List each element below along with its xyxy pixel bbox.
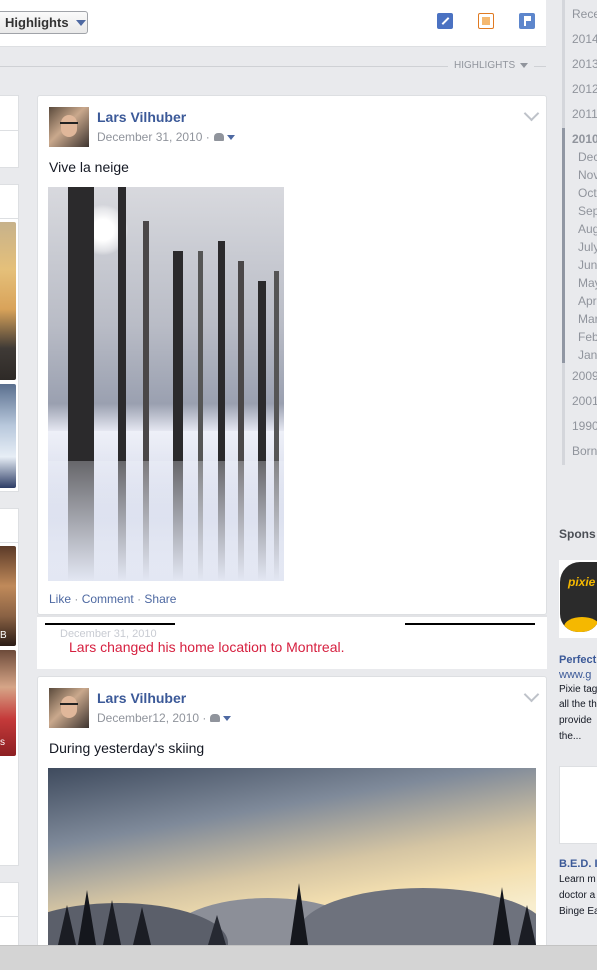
post-timestamp[interactable]: December12, 2010 · [97,711,206,725]
ad-text-line: doctor a [559,890,596,901]
friends-audience-icon[interactable] [210,714,221,722]
left-photo-1[interactable] [0,222,16,380]
chevron-down-icon [75,19,86,26]
timeline-year-2014[interactable]: 2014 [572,32,597,46]
timeline-year-2001[interactable]: 2001 [572,394,597,408]
ad-text-line: Learn m [559,874,596,885]
pencil-icon[interactable] [437,13,453,29]
highlights-button-label: Highlights [5,15,69,30]
share-link[interactable]: Share [144,592,176,606]
post-author-name[interactable]: Lars Vilhuber [97,109,186,125]
timeline-month-aug[interactable]: Aug [578,222,597,236]
timeline-year-2010[interactable]: 2010 [572,132,597,146]
avatar[interactable] [49,107,89,147]
ad-logo-text: pixie [568,575,596,589]
highlights-filter[interactable]: HIGHLIGHTS [448,60,535,71]
timeline-month-jan[interactable]: Jan [578,348,597,362]
left-box-top [0,95,19,131]
flag-icon[interactable] [519,13,535,29]
post-date-row: December12, 2010 · [97,711,232,725]
ad-text-line: all the th [559,699,597,710]
post-text: During yesterday's skiing [49,740,205,756]
post-date-row: December 31, 2010 · [97,130,235,144]
timeline-rail-active [562,128,565,363]
left-caption-s: s [0,737,5,748]
timeline-year-2012[interactable]: 2012 [572,82,597,96]
ad-title[interactable]: Perfect [559,654,596,666]
left-box-5 [0,882,19,918]
avatar[interactable] [49,688,89,728]
comment-link[interactable]: Comment [82,592,134,606]
timeline-year-2013[interactable]: 2013 [572,57,597,71]
chevron-down-icon[interactable] [226,134,235,140]
timeline-month-mar[interactable]: Mar [578,312,597,326]
ad-text-line: Pixie tag [559,684,597,695]
pixie-logo-icon[interactable] [560,562,597,632]
bottom-chat-bar [0,945,597,970]
event-divider-left [45,623,175,625]
ad-url[interactable]: www.g [559,669,591,681]
post-timestamp[interactable]: December 31, 2010 · [97,130,210,144]
left-caption-b: B [0,630,7,641]
timeline-recent[interactable]: Rece [572,7,597,21]
left-photo-2[interactable] [0,384,16,488]
post-author-name[interactable]: Lars Vilhuber [97,690,186,706]
left-box-3 [0,184,19,220]
like-link[interactable]: Like [49,592,71,606]
ad-text-line: provide [559,715,592,726]
left-box-6 [0,916,19,947]
timeline-year-2011[interactable]: 2011 [572,107,597,121]
chevron-down-icon[interactable] [223,715,232,721]
left-box-2 [0,130,19,168]
ad-title[interactable]: B.E.D. In [559,858,597,870]
timeline-year-2009[interactable]: 2009 [572,369,597,383]
event-divider-right [405,623,535,625]
ad-text-line: Binge Ea [559,906,597,917]
life-event-text: Lars changed his home location to Montre… [69,639,345,655]
timeline-month-sep[interactable]: Sep [578,204,597,218]
timeline-month-jun[interactable]: Jun [578,258,597,272]
timeline-month-may[interactable]: May [578,276,597,290]
post-photo-winter-forest[interactable] [48,187,284,581]
ad-text-line: the... [559,731,582,742]
sponsored-heading: Spons [559,527,596,541]
timeline-month-nov[interactable]: Nov [578,168,597,182]
timeline-month-feb[interactable]: Feb [578,330,597,344]
timeline-month-apr[interactable]: Apr [578,294,597,308]
post-text: Vive la neige [49,159,129,175]
highlights-dropdown-button[interactable]: Highlights [0,11,88,34]
friends-audience-icon[interactable] [213,133,224,141]
timeline-month-jul[interactable]: July [578,240,597,254]
post-actions: Like · Comment · Share [49,592,177,606]
left-box-4 [0,508,19,544]
timeline-month-oct[interactable]: Oct [578,186,597,200]
photo-icon[interactable] [478,13,494,29]
highlights-filter-label: HIGHLIGHTS [454,60,516,71]
post-photo-sunset-mountains[interactable] [48,768,536,945]
ad-image[interactable] [559,766,597,844]
chevron-down-icon [520,63,529,68]
timeline-year-1990[interactable]: 1990 [572,419,597,433]
timeline-month-dec[interactable]: Dec [578,150,597,164]
timeline-born[interactable]: Born [572,444,597,458]
